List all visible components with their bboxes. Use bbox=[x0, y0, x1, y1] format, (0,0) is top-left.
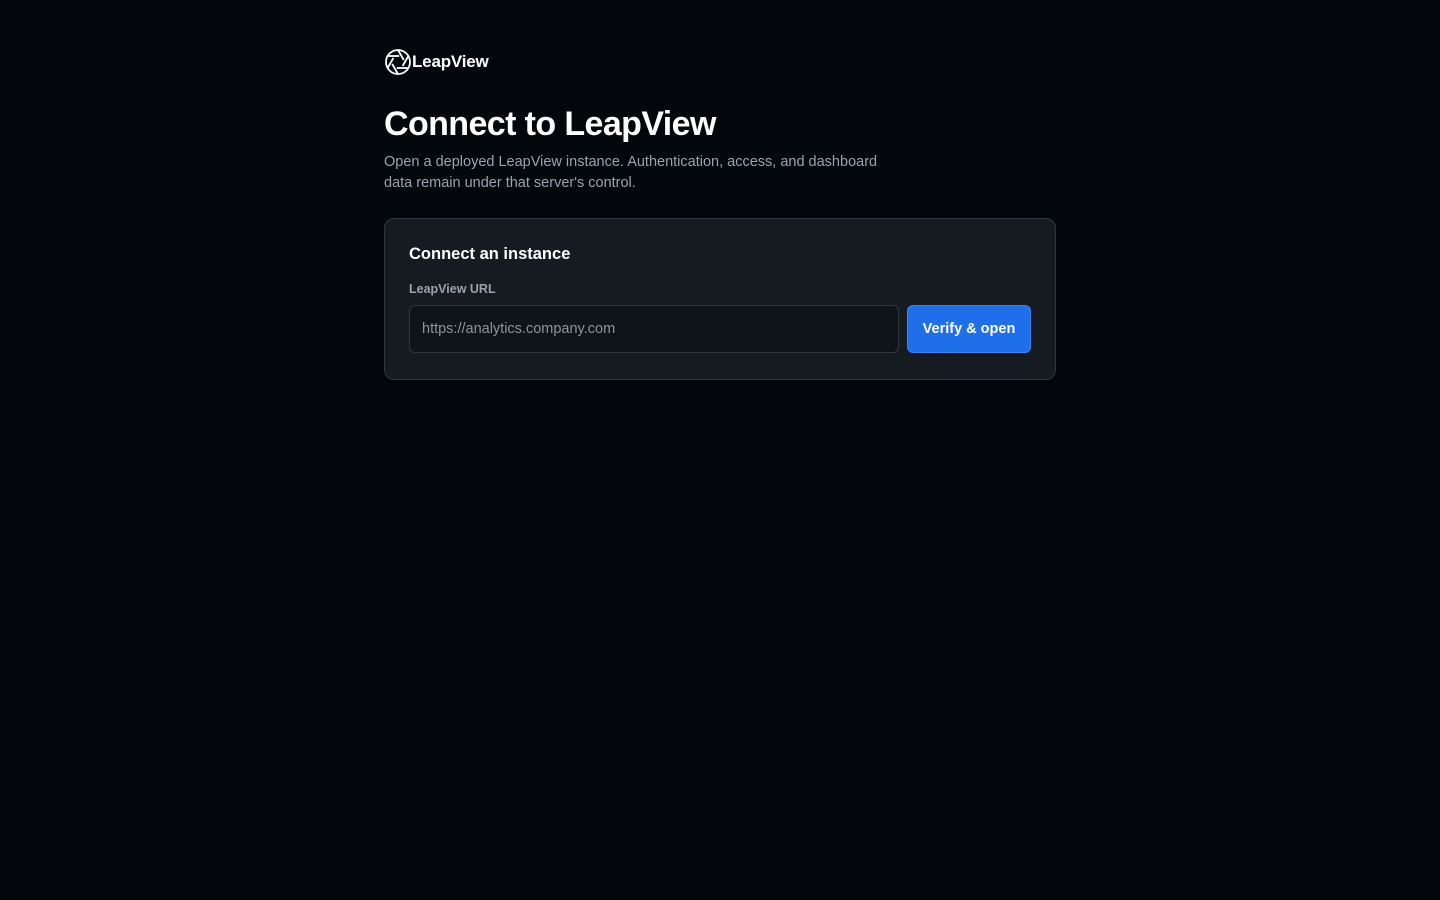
connect-instance-card: Connect an instance LeapView URL Verify … bbox=[384, 218, 1056, 380]
verify-open-button[interactable]: Verify & open bbox=[907, 305, 1031, 353]
brand-name: LeapView bbox=[412, 52, 489, 71]
brand: LeapView bbox=[384, 48, 1056, 76]
url-field-label: LeapView URL bbox=[409, 282, 496, 296]
aperture-icon bbox=[384, 48, 412, 76]
card-title: Connect an instance bbox=[409, 245, 571, 263]
page-subtitle: Open a deployed LeapView instance. Authe… bbox=[384, 154, 878, 191]
url-field-row: Verify & open bbox=[409, 305, 1031, 353]
url-input[interactable] bbox=[409, 305, 899, 353]
connect-page: LeapView Connect to LeapView Open a depl… bbox=[384, 48, 1056, 380]
page-title: Connect to LeapView bbox=[384, 105, 716, 143]
